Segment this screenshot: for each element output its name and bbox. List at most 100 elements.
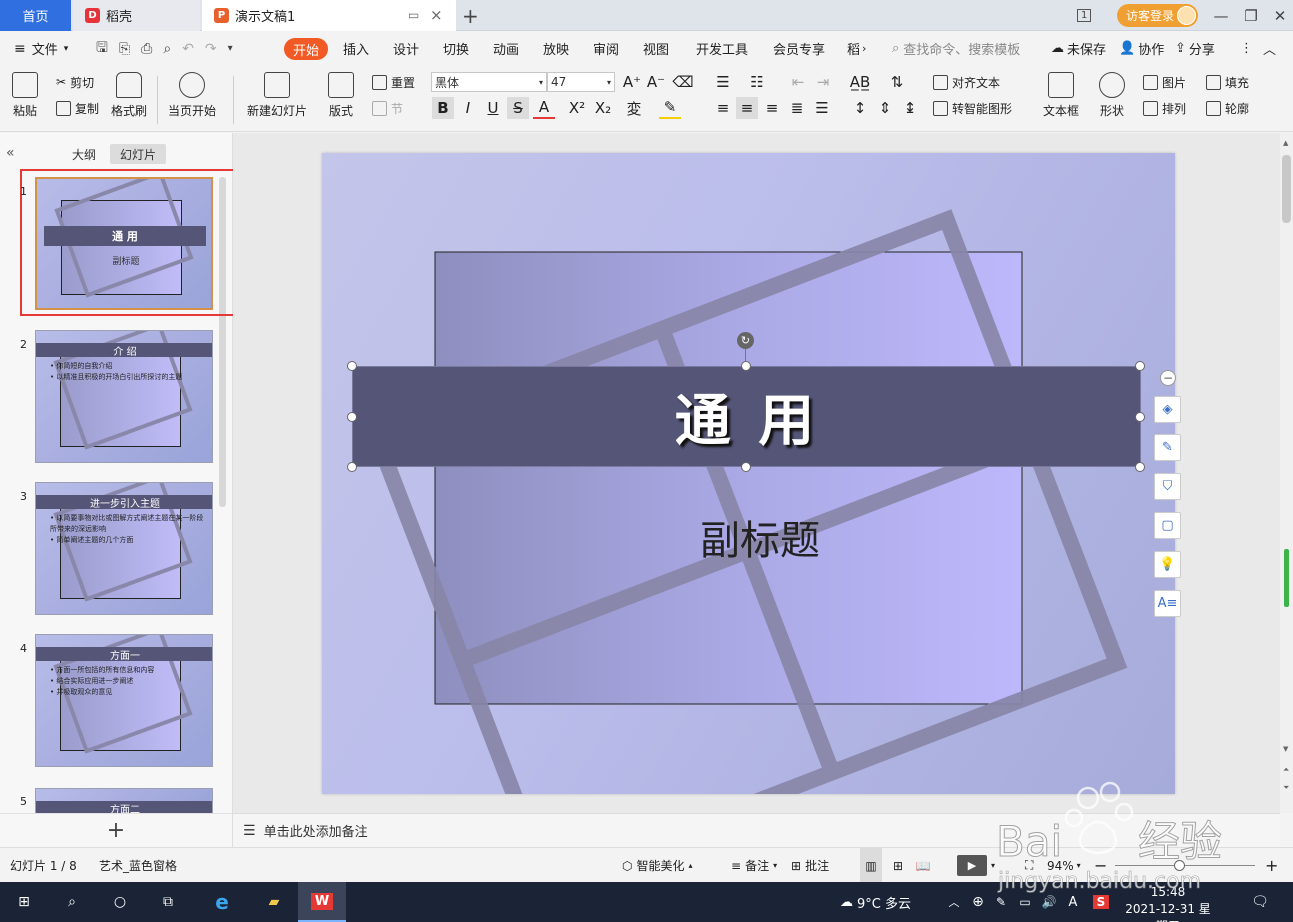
clock[interactable]: 15:48 2021-12-31 星期五 (1120, 884, 1216, 922)
taskbar-search-icon[interactable]: ⌕ (48, 882, 96, 922)
sort-icon[interactable]: ⇅ (886, 71, 908, 93)
chevron-down-icon[interactable]: ▾ (991, 848, 995, 883)
menu-animation[interactable]: 动画 (493, 31, 519, 66)
lightbulb-icon[interactable]: 💡 (1154, 551, 1181, 578)
close-tab-icon[interactable]: × (430, 6, 443, 24)
resize-handle[interactable] (741, 462, 751, 472)
superscript-icon[interactable]: X² (566, 97, 588, 119)
more-options-icon[interactable]: ⋮ (1240, 31, 1253, 66)
smart-graphic-button[interactable]: 转智能图形 (933, 97, 1012, 119)
shape-button[interactable]: 形状 (1099, 72, 1125, 119)
outline-frame-icon[interactable]: ▢ (1154, 512, 1181, 539)
slide-thumbnail-4[interactable]: 方面一 • 方面一所包括的所有信息和内容 • 结合实际应用进一步阐述 • 并吸取… (35, 634, 213, 767)
menu-home[interactable]: 开始 (284, 38, 329, 60)
distribute-icon[interactable]: ☰ (811, 97, 833, 119)
resize-handle[interactable] (1135, 462, 1145, 472)
monitor-icon[interactable]: ▭ (408, 8, 419, 22)
redo-icon[interactable]: ↷ (205, 41, 217, 57)
text-direction-icon[interactable]: A̲B̲ (849, 71, 871, 93)
paragraph-spacing-icon[interactable]: ⇕ (874, 97, 896, 119)
ime-icon[interactable]: A (1063, 882, 1083, 922)
line-spacing-icon[interactable]: ↕ (849, 97, 871, 119)
tab-outline[interactable]: 大纲 (63, 144, 105, 164)
prev-slide-icon[interactable]: ⏶ (1283, 765, 1289, 775)
menu-member[interactable]: 会员专享 (773, 31, 825, 66)
tab-document[interactable]: P 演示文稿1 ▭ × (202, 0, 456, 31)
pen-icon[interactable]: ✎ (1154, 434, 1181, 461)
print-icon[interactable]: ⎙ (141, 41, 152, 57)
windows-start-icon[interactable]: ⊞ (0, 882, 48, 922)
collapse-ribbon-icon[interactable]: ︿ (1263, 31, 1276, 66)
fit-window-icon[interactable]: ⛶ (1025, 848, 1033, 883)
layout-button[interactable]: 版式 (328, 72, 354, 119)
sogou-icon[interactable]: S (1090, 882, 1112, 922)
new-slide-button[interactable]: 新建幻灯片 (247, 72, 307, 119)
sorter-view-icon[interactable]: ⊞ (888, 848, 908, 883)
minimize-icon[interactable]: — (1206, 0, 1236, 31)
maximize-icon[interactable]: ❐ (1236, 0, 1266, 31)
notes-button[interactable]: ≡ 备注 ▾ (731, 848, 777, 883)
textbox-button[interactable]: 文本框 (1043, 72, 1079, 119)
zoom-in-icon[interactable]: + (1265, 848, 1278, 883)
file-menu[interactable]: ≡ 文件 ▾ (14, 31, 68, 66)
resize-handle[interactable] (347, 462, 357, 472)
search-box[interactable]: ⌕ 查找命令、搜索模板 (892, 31, 1020, 66)
collapse-panel-icon[interactable]: « (6, 145, 15, 161)
smart-beautify-button[interactable]: ⬡ 智能美化 ▴ (622, 848, 693, 883)
resize-handle[interactable] (347, 412, 357, 422)
pen-tray-icon[interactable]: ✎ (990, 882, 1012, 922)
window-count-icon[interactable]: 1 (1077, 0, 1101, 31)
strikethrough-icon[interactable]: S (507, 97, 529, 119)
paste-button[interactable]: 粘贴 (12, 72, 38, 119)
justify-icon[interactable]: ≣ (786, 97, 808, 119)
menu-design[interactable]: 设计 (393, 31, 419, 66)
ie-browser-icon[interactable]: e (198, 882, 246, 922)
print-preview-icon[interactable]: ⌕ (163, 41, 171, 57)
align-left-icon[interactable]: ≡ (712, 97, 734, 119)
resize-handle[interactable] (741, 361, 751, 371)
subscript-icon[interactable]: X₂ (592, 97, 614, 119)
numbered-list-icon[interactable]: ☷ (746, 71, 768, 93)
volume-icon[interactable]: 🔊 (1038, 882, 1060, 922)
tab-slides[interactable]: 幻灯片 (110, 144, 166, 164)
menu-developer[interactable]: 开发工具 (696, 31, 748, 66)
zoom-slider-thumb[interactable] (1174, 860, 1185, 871)
collapse-float-toolbar-icon[interactable]: − (1160, 370, 1176, 386)
resize-handle[interactable] (1135, 412, 1145, 422)
login-button[interactable]: 访客登录 (1117, 4, 1198, 27)
bold-icon[interactable]: B (432, 97, 454, 119)
title-placeholder[interactable]: 通 用 (352, 366, 1141, 467)
more-icon[interactable]: ▾ (228, 43, 233, 54)
tray-app-icon[interactable]: ⊕ (968, 882, 988, 922)
decrease-indent-icon[interactable]: ⇤ (787, 71, 809, 93)
tab-home[interactable]: 首页 (0, 0, 71, 31)
font-size-select[interactable]: 47 ▾ (547, 72, 615, 92)
menu-view[interactable]: 视图 (643, 31, 669, 66)
new-tab-button[interactable]: + (462, 0, 482, 31)
align-text-button[interactable]: 对齐文本 (933, 71, 1000, 93)
outline-button[interactable]: 轮廓 (1206, 97, 1249, 119)
layers-icon[interactable]: ◈ (1154, 396, 1181, 423)
tray-expand-icon[interactable]: ︿ (945, 882, 963, 922)
network-icon[interactable]: ▭ (1014, 882, 1036, 922)
resize-handle[interactable] (347, 361, 357, 371)
share-button[interactable]: ⇪ 分享 (1175, 31, 1215, 66)
slide[interactable]: 通 用 ↻ 副标题 (322, 153, 1175, 794)
italic-icon[interactable]: I (457, 97, 479, 119)
format-painter-button[interactable]: 格式刷 (111, 72, 147, 119)
weather-widget[interactable]: ☁ 9°C 多云 (840, 882, 911, 922)
cortana-icon[interactable]: ○ (96, 882, 144, 922)
zoom-out-icon[interactable]: − (1094, 848, 1107, 883)
scroll-down-icon[interactable]: ▼ (1283, 745, 1288, 753)
menu-scroll-right-icon[interactable]: › (862, 31, 866, 66)
notes-bar[interactable]: ☰ 单击此处添加备注 (233, 813, 1280, 847)
picture-button[interactable]: 图片 (1143, 71, 1186, 93)
add-slide-button[interactable]: + (0, 813, 232, 847)
align-center-icon[interactable]: ≡ (736, 97, 758, 119)
menu-transition[interactable]: 切换 (443, 31, 469, 66)
wps-taskbar-icon[interactable]: W (298, 882, 346, 922)
fill-bucket-icon[interactable]: ⛉ (1154, 473, 1181, 500)
collab-button[interactable]: 👤 协作 (1119, 31, 1164, 66)
text-style-icon[interactable]: A≡ (1154, 590, 1181, 617)
menu-docer[interactable]: 稻 (847, 31, 860, 66)
